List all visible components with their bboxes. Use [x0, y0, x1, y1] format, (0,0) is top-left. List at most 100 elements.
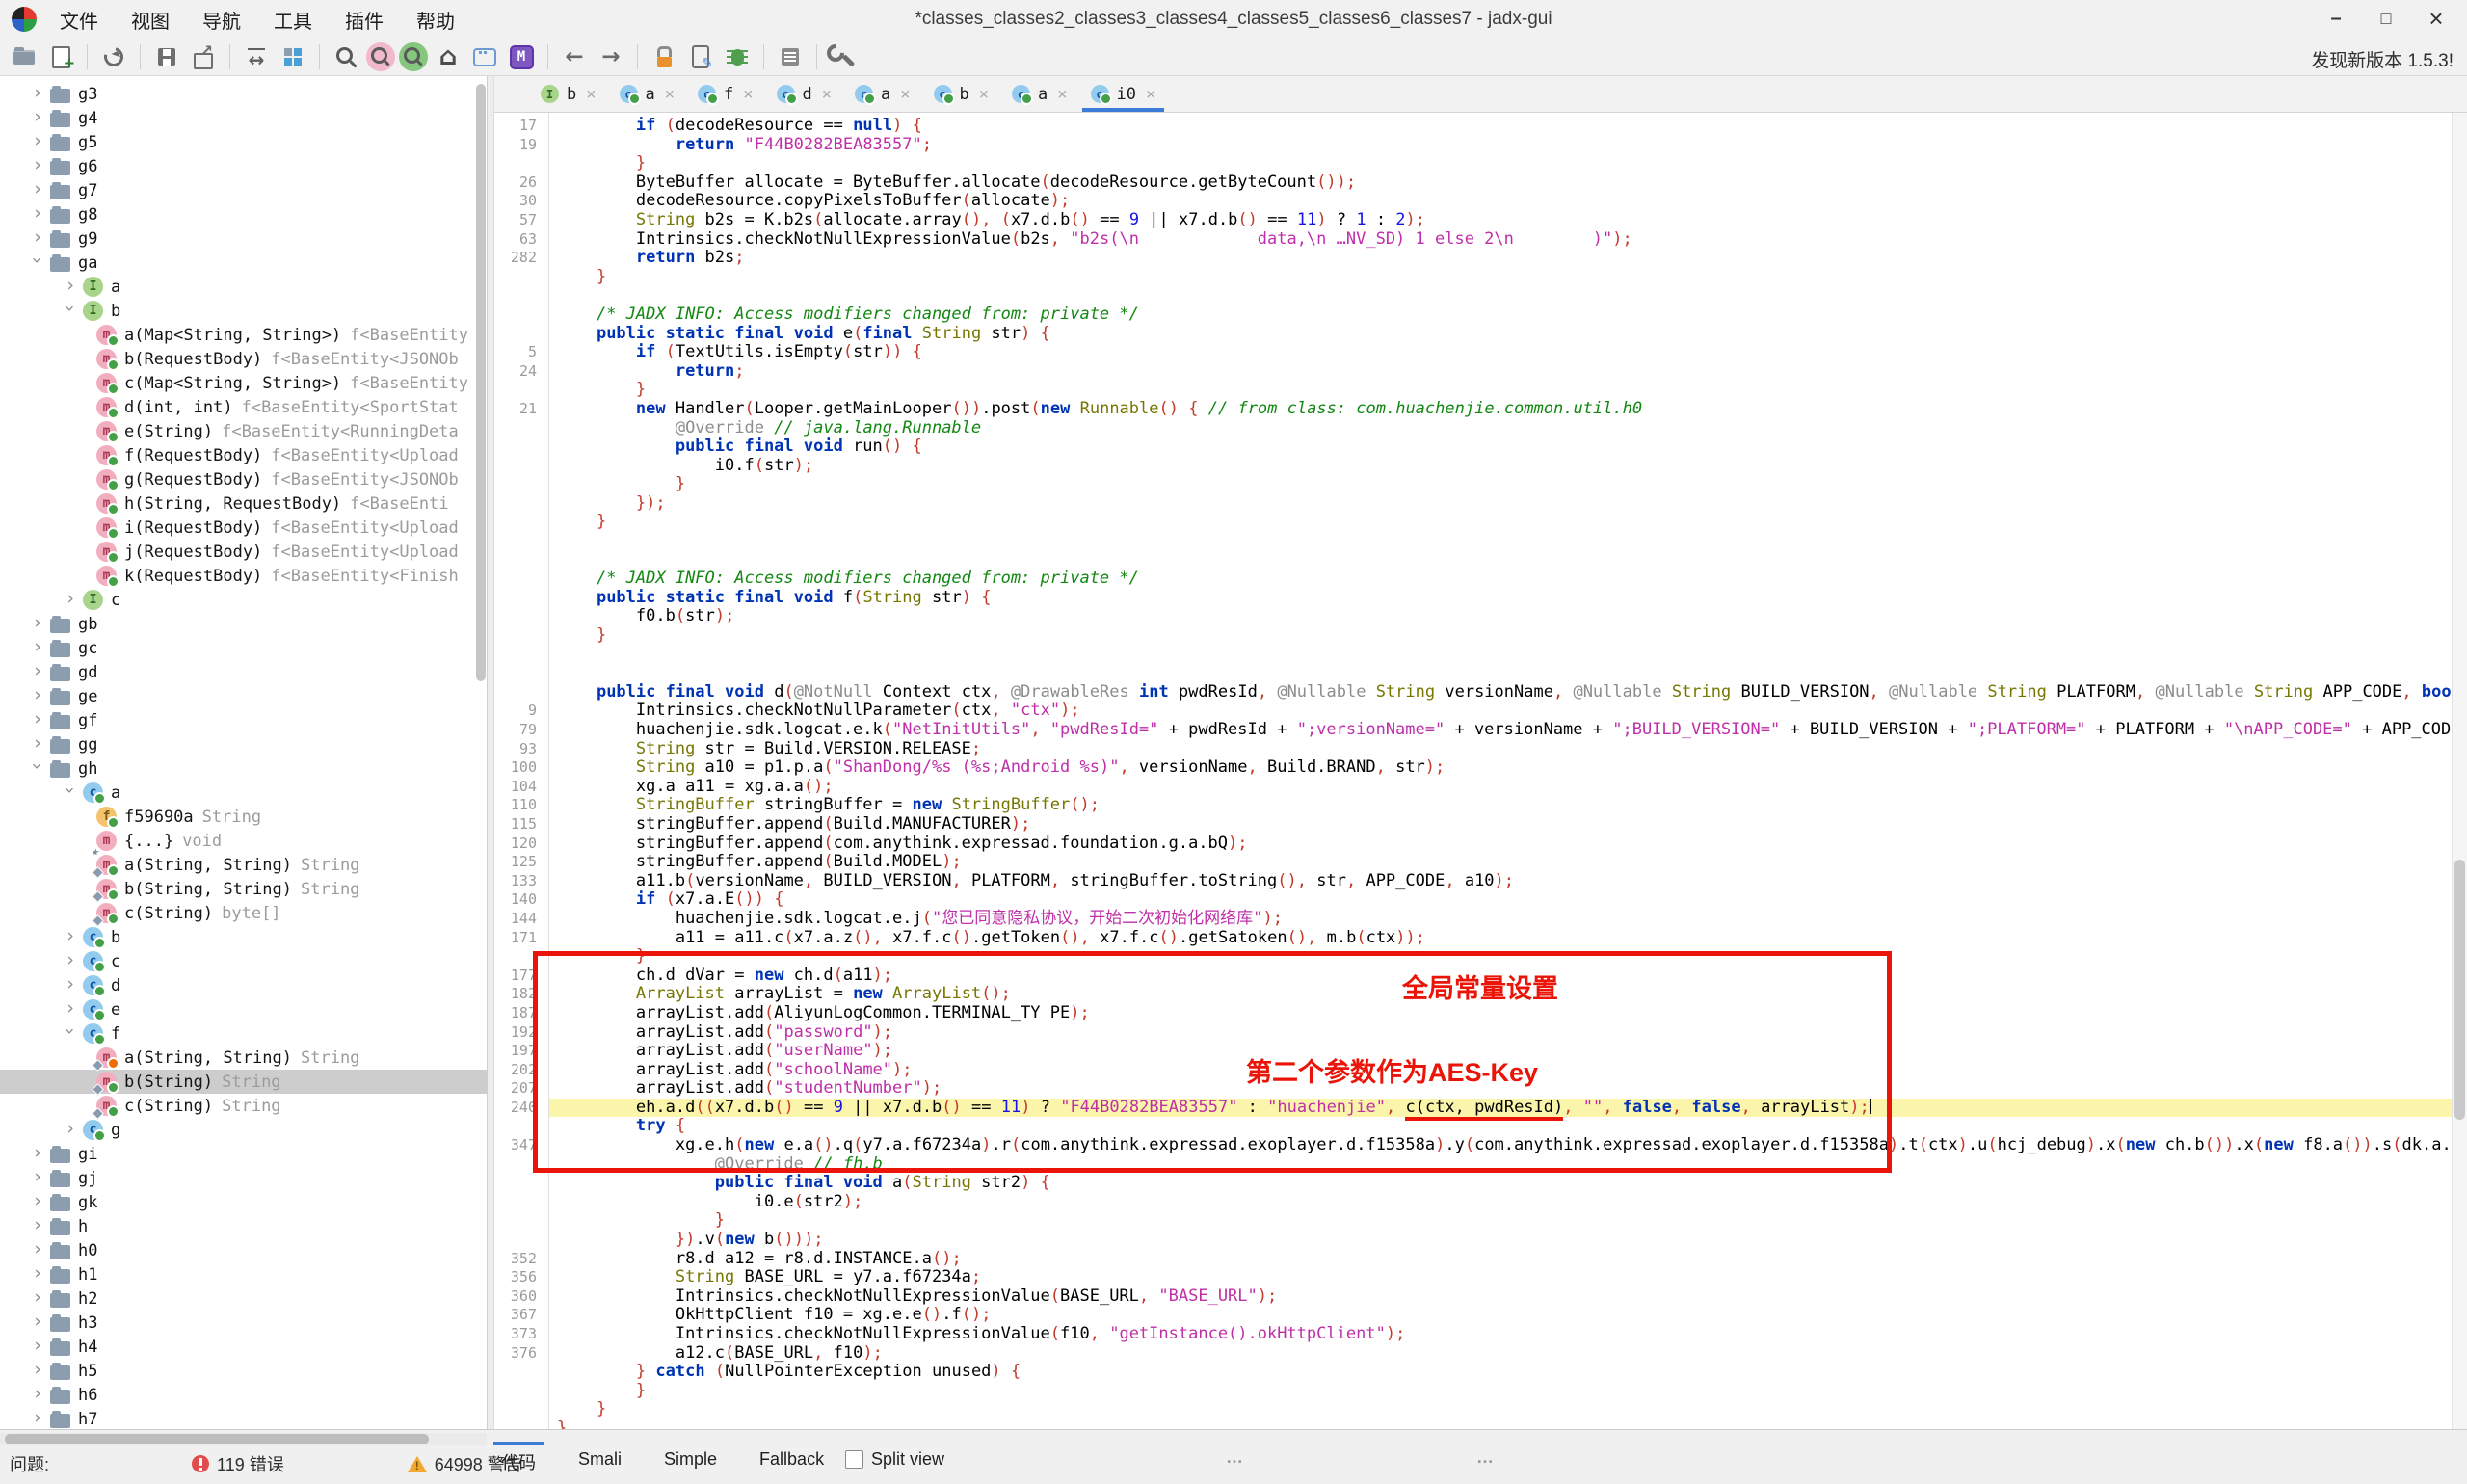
tree-item-g-requestbody[interactable]: g(RequestBody)f<BaseEntity<JSONOb [0, 467, 487, 491]
toolbar-add-icon[interactable] [44, 40, 77, 73]
toolbar-forward-icon[interactable] [595, 40, 627, 73]
tree-item-d-int-int[interactable]: d(int, int)f<BaseEntity<SportStat [0, 395, 487, 419]
menu-item[interactable]: 导航 [189, 2, 254, 38]
toolbar-reload-icon[interactable] [97, 40, 130, 73]
tree-item-h2[interactable]: h2 [0, 1286, 487, 1311]
chevron-right-icon[interactable] [25, 614, 50, 635]
toolbar-wrap-icon[interactable] [240, 40, 273, 73]
tab-d[interactable]: d× [765, 76, 844, 112]
chevron-right-icon[interactable] [58, 975, 83, 996]
tree-item-f[interactable]: f [0, 1021, 487, 1046]
tree-item-gh[interactable]: gh [0, 756, 487, 781]
menu-item[interactable]: 文件 [46, 2, 112, 38]
tab-i0[interactable]: i0× [1079, 76, 1168, 112]
tree-item-h[interactable]: h [0, 1214, 487, 1238]
tree-item-h3[interactable]: h3 [0, 1311, 487, 1335]
toolbar-flatten-icon[interactable] [277, 40, 309, 73]
chevron-right-icon[interactable] [25, 1288, 50, 1310]
tab-a[interactable]: a× [608, 76, 687, 112]
chevron-right-icon[interactable] [25, 108, 50, 129]
tree-item-gg[interactable]: gg [0, 732, 487, 756]
close-icon[interactable]: × [586, 85, 596, 104]
minimize-icon[interactable] [2311, 0, 2361, 37]
tree-item-k-requestbody[interactable]: k(RequestBody)f<BaseEntity<Finish [0, 564, 487, 588]
menu-item[interactable]: 帮助 [403, 2, 468, 38]
tree-item-c[interactable]: c [0, 949, 487, 973]
chevron-right-icon[interactable] [25, 228, 50, 250]
tree-item-ge[interactable]: ge [0, 684, 487, 708]
chevron-right-icon[interactable] [58, 1120, 83, 1141]
tree-item-c-string[interactable]: c(String)byte[] [0, 901, 487, 925]
code-text[interactable]: if (decodeResource == null) { return "F4… [549, 113, 2467, 1429]
tree-item-b[interactable]: b [0, 925, 487, 949]
error-count[interactable]: 119 错误 [217, 1451, 284, 1476]
toolbar-search-green-icon[interactable] [399, 42, 428, 71]
close-icon[interactable]: × [979, 85, 989, 104]
tree-item-a[interactable]: a [0, 781, 487, 805]
chevron-down-icon[interactable] [58, 782, 83, 804]
chevron-right-icon[interactable] [25, 1312, 50, 1334]
sidebar-vertical-scrollbar[interactable] [475, 76, 487, 1429]
tree-item-h4[interactable]: h4 [0, 1335, 487, 1359]
chevron-right-icon[interactable] [58, 951, 83, 972]
tree-item-g9[interactable]: g9 [0, 226, 487, 251]
tree-item-gi[interactable]: gi [0, 1142, 487, 1166]
mode-tab-simple[interactable]: Simple [664, 1442, 717, 1474]
tab-b[interactable]: b× [529, 76, 608, 112]
tree-item-g[interactable]: g [0, 1118, 487, 1142]
tree-item-gc[interactable]: gc [0, 636, 487, 660]
tree-item-g6[interactable]: g6 [0, 154, 487, 178]
chevron-right-icon[interactable] [25, 734, 50, 755]
tree-item-gf[interactable]: gf [0, 708, 487, 732]
chevron-right-icon[interactable] [25, 1409, 50, 1430]
tree-item-f-requestbody[interactable]: f(RequestBody)f<BaseEntity<Upload [0, 443, 487, 467]
close-icon[interactable]: × [822, 85, 832, 104]
chevron-right-icon[interactable] [58, 590, 83, 611]
menu-item[interactable]: 视图 [118, 2, 183, 38]
chevron-right-icon[interactable] [25, 1192, 50, 1213]
chevron-right-icon[interactable] [25, 1216, 50, 1237]
tab-b[interactable]: b× [922, 76, 1001, 112]
tree-item-h1[interactable]: h1 [0, 1262, 487, 1286]
toolbar-lock-icon[interactable] [648, 40, 680, 73]
tree-item-g3[interactable]: g3 [0, 82, 487, 106]
tree-item-gj[interactable]: gj [0, 1166, 487, 1190]
maximize-icon[interactable] [2361, 0, 2411, 37]
close-icon[interactable]: × [1146, 85, 1155, 104]
tree-item-h5[interactable]: h5 [0, 1359, 487, 1383]
tree-item-e[interactable]: e [0, 997, 487, 1021]
tree-item-j-requestbody[interactable]: j(RequestBody)f<BaseEntity<Upload [0, 540, 487, 564]
menu-item[interactable]: 插件 [332, 2, 397, 38]
chevron-right-icon[interactable] [25, 180, 50, 201]
tree-item-g7[interactable]: g7 [0, 178, 487, 202]
chevron-right-icon[interactable] [25, 662, 50, 683]
chevron-right-icon[interactable] [25, 638, 50, 659]
mode-tab-fallback[interactable]: Fallback [759, 1442, 824, 1474]
chevron-right-icon[interactable] [25, 1361, 50, 1382]
toolbar-search-icon[interactable] [330, 40, 362, 73]
tree-item-f59690a[interactable]: f59690aString [0, 805, 487, 829]
close-icon[interactable]: × [743, 85, 753, 104]
mode-tab-smali[interactable]: Smali [578, 1442, 622, 1474]
tree-item-ga[interactable]: ga [0, 251, 487, 275]
close-icon[interactable] [2411, 0, 2461, 37]
tree-item-i-requestbody[interactable]: i(RequestBody)f<BaseEntity<Upload [0, 516, 487, 540]
toolbar-wrench-icon[interactable] [827, 40, 860, 73]
tree-item-gb[interactable]: gb [0, 612, 487, 636]
tree-item-h-string-requestbody[interactable]: h(String, RequestBody)f<BaseEnti [0, 491, 487, 516]
toolbar-search-pink-icon[interactable] [366, 42, 395, 71]
tree-item-e-string[interactable]: e(String)f<BaseEntity<RunningDeta [0, 419, 487, 443]
tree-item-a-string-string[interactable]: a(String, String)String [0, 1046, 487, 1070]
toolbar-device-icon[interactable] [684, 40, 717, 73]
tree-item-gk[interactable]: gk [0, 1190, 487, 1214]
split-view-toggle[interactable]: Split view [845, 1449, 944, 1470]
chevron-right-icon[interactable] [58, 927, 83, 948]
tree-item-a-string-string[interactable]: a(String, String)String [0, 853, 487, 877]
chevron-right-icon[interactable] [25, 1144, 50, 1165]
toolbar-back-icon[interactable] [558, 40, 591, 73]
tree-item-b-requestbody[interactable]: b(RequestBody)f<BaseEntity<JSONOb [0, 347, 487, 371]
mode-tab-item[interactable]: 代码 [501, 1442, 536, 1474]
chevron-right-icon[interactable] [25, 1337, 50, 1358]
chevron-right-icon[interactable] [25, 1168, 50, 1189]
toolbar-mainact-icon[interactable] [505, 40, 538, 73]
